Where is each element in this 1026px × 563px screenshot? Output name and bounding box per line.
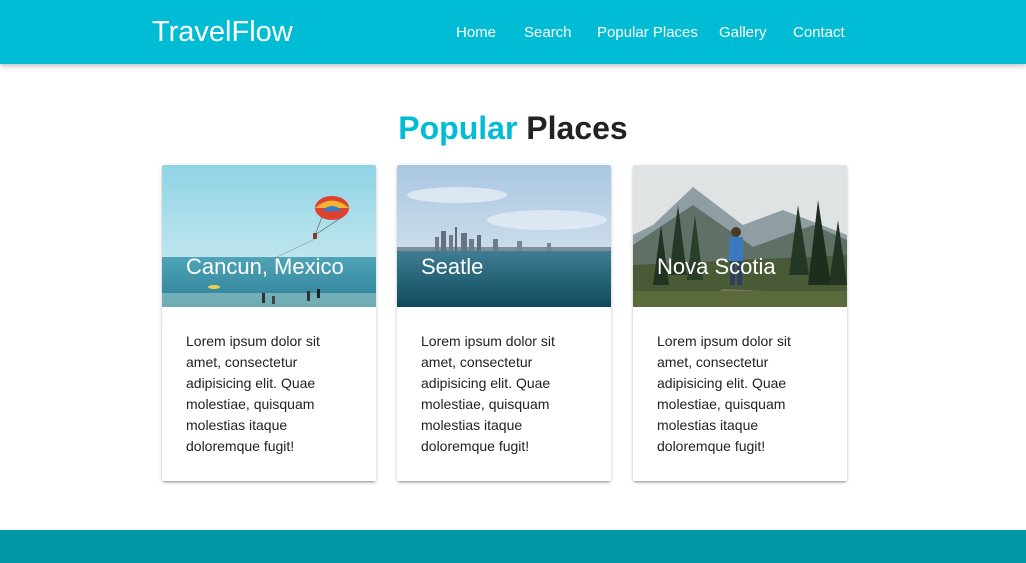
nav-links: Home Search Popular Places Gallery Conta… — [0, 22, 1026, 44]
card-image-city-skyline: Seatle — [397, 165, 611, 307]
nav-link-gallery[interactable]: Gallery — [719, 22, 767, 44]
section-title-rest: Places — [526, 110, 628, 146]
nav-link-home[interactable]: Home — [456, 22, 496, 44]
card-image-mountain-forest: Nova Scotia — [633, 165, 847, 307]
card-text: Lorem ipsum dolor sit amet, consectetur … — [186, 333, 320, 454]
mountain-forest-hiker-photo — [633, 165, 847, 307]
card-text: Lorem ipsum dolor sit amet, consectetur … — [657, 333, 791, 454]
navbar: TravelFlow Home Search Popular Places Ga… — [0, 0, 1026, 64]
place-card-nova-scotia[interactable]: Nova Scotia Lorem ipsum dolor sit amet, … — [633, 165, 847, 481]
card-title: Cancun, Mexico — [186, 254, 344, 279]
nav-link-search[interactable]: Search — [524, 22, 572, 44]
section-title-accent: Popular — [398, 110, 518, 146]
card-text: Lorem ipsum dolor sit amet, consectetur … — [421, 333, 555, 454]
card-image-beach-parasail: Cancun, Mexico — [162, 165, 376, 307]
place-card-cancun[interactable]: Cancun, Mexico Lorem ipsum dolor sit ame… — [162, 165, 376, 481]
card-title: Nova Scotia — [657, 254, 776, 279]
footer — [0, 530, 1026, 563]
nav-link-popular-places[interactable]: Popular Places — [597, 22, 698, 44]
card-title: Seatle — [421, 254, 484, 279]
nav-link-contact[interactable]: Contact — [793, 22, 845, 44]
place-card-seatle[interactable]: Seatle Lorem ipsum dolor sit amet, conse… — [397, 165, 611, 481]
city-skyline-sea-photo — [397, 165, 611, 307]
beach-parasail-photo — [162, 165, 376, 307]
section-title: Popular Places — [0, 108, 1026, 148]
